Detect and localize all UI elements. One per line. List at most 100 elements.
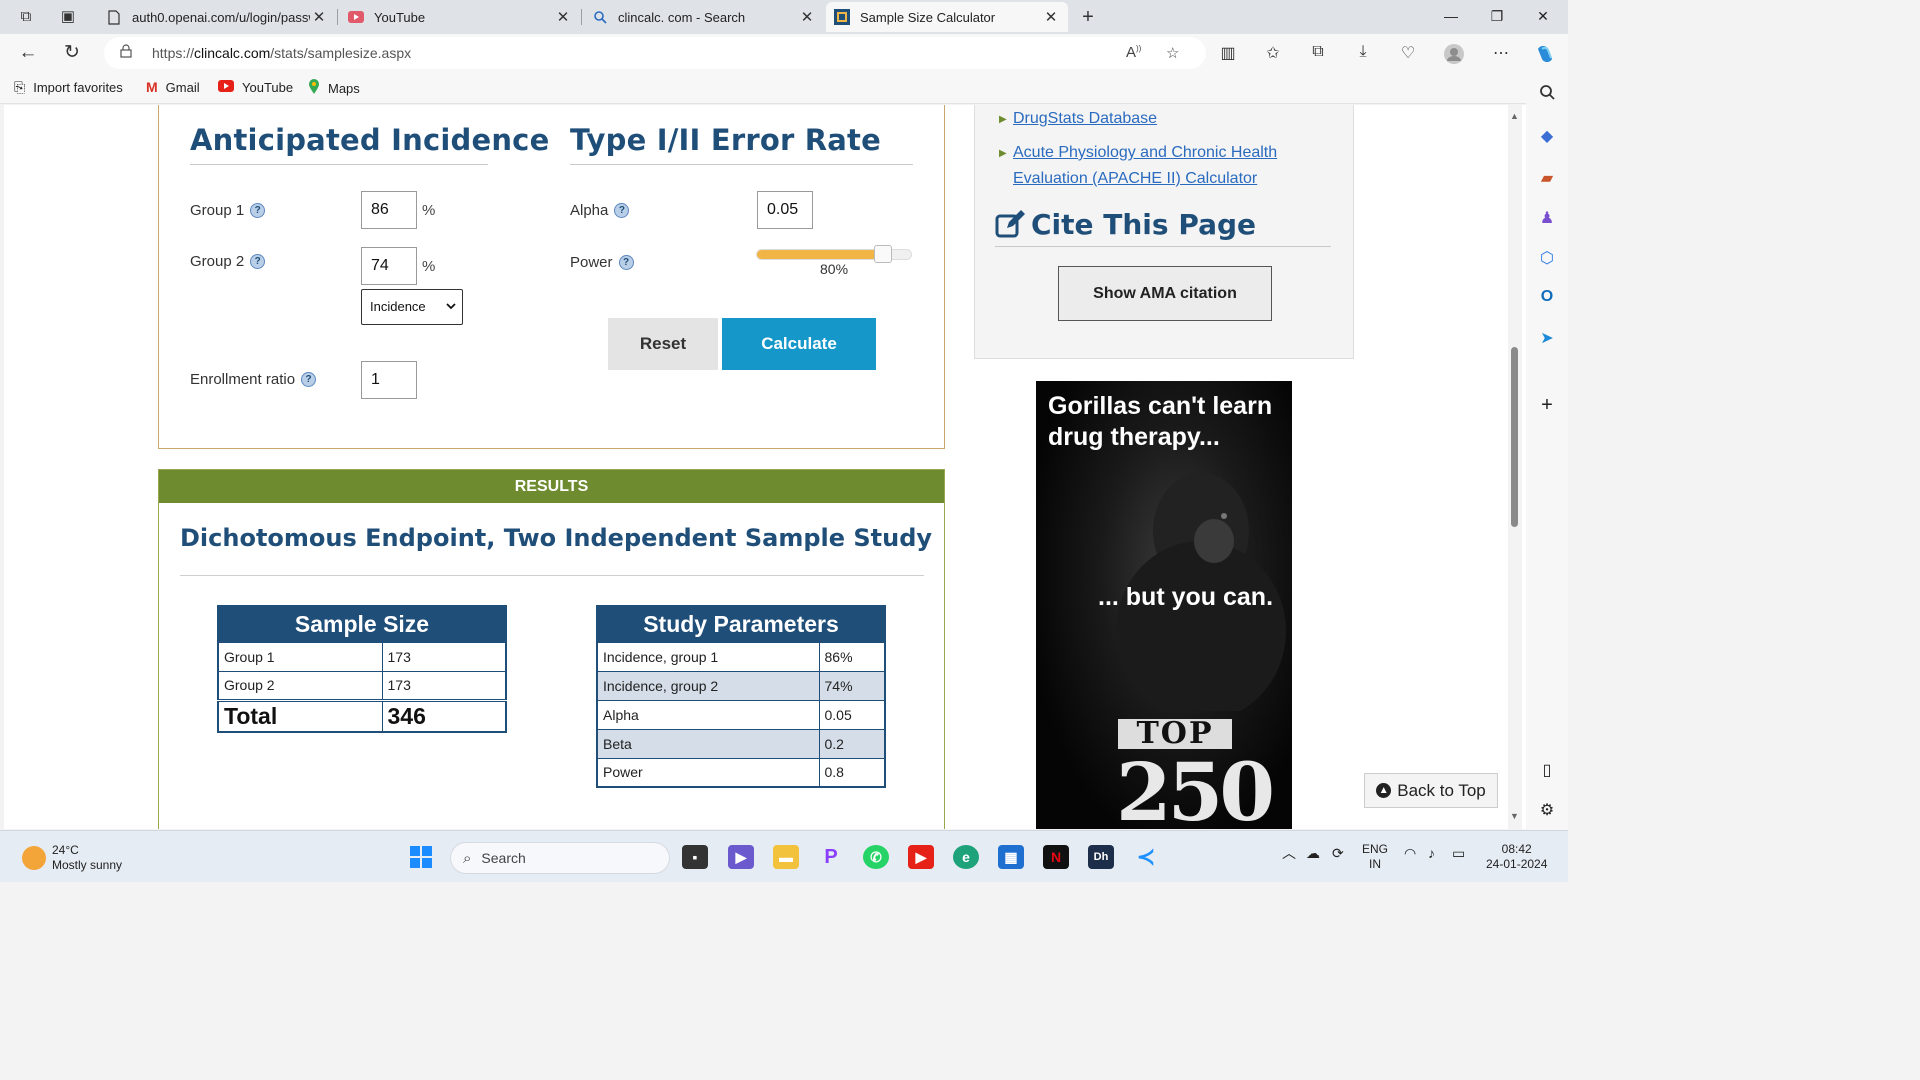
sync-icon[interactable]: ⟳ bbox=[1332, 846, 1344, 861]
chevron-up-icon[interactable]: ︿ bbox=[1282, 846, 1296, 861]
close-tab-icon[interactable]: ✕ bbox=[1042, 8, 1060, 26]
help-icon[interactable]: ? bbox=[250, 254, 266, 269]
show-ama-citation-button[interactable]: Show AMA citation bbox=[1058, 266, 1272, 321]
tab-divider bbox=[337, 9, 338, 25]
gmail-icon: M bbox=[146, 79, 158, 95]
settings-more-icon[interactable]: ⋯ bbox=[1489, 43, 1513, 63]
language-indicator[interactable]: ENG IN bbox=[1362, 842, 1388, 872]
help-icon[interactable]: ? bbox=[250, 203, 266, 218]
scrollbar-thumb[interactable] bbox=[1511, 347, 1518, 527]
add-icon[interactable]: + bbox=[1535, 394, 1559, 416]
hide-sidebar-icon[interactable]: ▯ bbox=[1535, 760, 1559, 780]
table-row: Group 1 173 bbox=[217, 641, 507, 672]
power-slider-handle[interactable] bbox=[874, 245, 893, 263]
close-tab-icon[interactable]: ✕ bbox=[798, 8, 816, 26]
total-value: 346 bbox=[381, 698, 507, 733]
dh-icon[interactable]: Dh bbox=[1088, 845, 1114, 869]
copilot-icon[interactable] bbox=[1533, 43, 1557, 70]
url-prefix: https:// bbox=[152, 45, 195, 61]
favorite-star-icon[interactable]: ☆ bbox=[1166, 44, 1179, 62]
refresh-icon[interactable]: ↻ bbox=[58, 40, 86, 66]
close-window-icon[interactable]: ✕ bbox=[1520, 0, 1566, 32]
group2-input[interactable]: 74 bbox=[361, 247, 417, 285]
power-slider[interactable] bbox=[756, 245, 912, 263]
profile-avatar[interactable] bbox=[1442, 43, 1466, 70]
table-cell: Group 2 bbox=[217, 670, 383, 701]
table-row: Power 0.8 bbox=[596, 757, 886, 788]
microsoft-365-icon[interactable]: ⬡ bbox=[1535, 248, 1559, 268]
favorite-maps[interactable]: Maps bbox=[308, 79, 360, 98]
read-aloud-icon[interactable]: A)) bbox=[1126, 44, 1141, 61]
reset-button[interactable]: Reset bbox=[608, 318, 718, 370]
store-icon[interactable]: ▦ bbox=[998, 845, 1024, 869]
scroll-up-icon[interactable]: ▲ bbox=[1510, 111, 1519, 121]
favorite-import[interactable]: ⎘ Import favorites bbox=[14, 79, 123, 96]
picsart-icon[interactable]: P bbox=[818, 845, 844, 869]
netflix-icon[interactable]: N bbox=[1043, 845, 1069, 869]
alpha-input[interactable]: 0.05 bbox=[757, 191, 813, 229]
whatsapp-icon[interactable]: ✆ bbox=[863, 845, 889, 869]
close-tab-icon[interactable]: ✕ bbox=[310, 8, 328, 26]
tab-auth0[interactable]: auth0.openai.com/u/login/passw ✕ bbox=[98, 2, 336, 32]
apache-link-line1[interactable]: Acute Physiology and Chronic Health bbox=[1013, 140, 1277, 166]
enrollment-ratio-input[interactable]: 1 bbox=[361, 361, 417, 399]
help-icon[interactable]: ? bbox=[614, 203, 630, 218]
tab-title: clincalc. com - Search bbox=[618, 9, 746, 25]
group1-input[interactable]: 86 bbox=[361, 191, 417, 229]
vertical-tabs-icon[interactable]: ▣ bbox=[56, 6, 80, 28]
incidence-type-select[interactable]: Incidence bbox=[361, 289, 463, 325]
file-explorer-icon[interactable]: ▬ bbox=[773, 845, 799, 869]
study-parameters-table: Study Parameters Incidence, group 1 86% … bbox=[596, 605, 886, 788]
arrow-up-icon: ▲ bbox=[1376, 783, 1392, 798]
restore-icon[interactable]: ❐ bbox=[1474, 0, 1520, 32]
shopping-tag-icon[interactable]: ◆ bbox=[1535, 126, 1559, 146]
help-icon[interactable]: ? bbox=[301, 372, 317, 387]
apache-link-line2[interactable]: Evaluation (APACHE II) Calculator bbox=[1013, 166, 1257, 192]
favorites-icon[interactable]: ✩ bbox=[1261, 43, 1285, 63]
lang-text: ENG bbox=[1362, 842, 1389, 856]
start-icon[interactable] bbox=[408, 845, 434, 869]
search-icon bbox=[592, 9, 608, 25]
group2-percent: % bbox=[422, 258, 436, 275]
address-bar[interactable]: https://clincalc.com/stats/samplesize.as… bbox=[104, 37, 1206, 69]
workspaces-icon[interactable]: ⧉ bbox=[14, 6, 38, 28]
send-icon[interactable]: ➤ bbox=[1535, 328, 1559, 348]
tab-search[interactable]: clincalc. com - Search ✕ bbox=[584, 2, 824, 32]
youtube-icon[interactable]: ▶ bbox=[908, 845, 934, 869]
games-icon[interactable]: ♟ bbox=[1535, 208, 1559, 228]
drugstats-link[interactable]: DrugStats Database bbox=[1013, 106, 1157, 132]
back-icon[interactable]: ← bbox=[14, 40, 42, 66]
favorite-youtube[interactable]: YouTube bbox=[218, 79, 293, 95]
browser-essentials-icon[interactable]: ♡ bbox=[1396, 43, 1420, 63]
edge-icon[interactable]: e bbox=[953, 845, 979, 869]
task-view-icon[interactable]: ▪ bbox=[682, 845, 708, 869]
close-tab-icon[interactable]: ✕ bbox=[554, 8, 572, 26]
search-icon[interactable] bbox=[1535, 84, 1559, 104]
collections-icon[interactable]: ⧉ bbox=[1306, 43, 1330, 61]
favorite-gmail[interactable]: M Gmail bbox=[146, 79, 200, 95]
tools-icon[interactable]: ▰ bbox=[1535, 168, 1559, 188]
battery-icon[interactable]: ▭ bbox=[1452, 846, 1465, 861]
scroll-down-icon[interactable]: ▼ bbox=[1510, 811, 1519, 821]
outlook-icon[interactable]: O bbox=[1535, 288, 1559, 308]
clock[interactable]: 08:42 24-01-2024 bbox=[1486, 842, 1547, 872]
meet-icon[interactable]: ▶ bbox=[728, 845, 754, 869]
taskbar-search[interactable]: ⌕ Search bbox=[450, 842, 670, 874]
help-icon[interactable]: ? bbox=[618, 255, 634, 270]
gear-icon[interactable]: ⚙ bbox=[1535, 800, 1559, 820]
volume-icon[interactable]: ♪ bbox=[1428, 846, 1435, 861]
calculate-button[interactable]: Calculate bbox=[722, 318, 876, 370]
vscode-icon[interactable]: ≺ bbox=[1133, 845, 1159, 869]
downloads-icon[interactable]: ⤓ bbox=[1351, 43, 1375, 61]
onedrive-icon[interactable]: ☁ bbox=[1306, 846, 1320, 861]
wifi-icon[interactable]: ◠ bbox=[1404, 846, 1416, 861]
back-to-top-button[interactable]: ▲ Back to Top bbox=[1364, 773, 1498, 808]
weather-widget[interactable]: 24°C Mostly sunny bbox=[22, 843, 122, 873]
split-screen-icon[interactable]: ▥ bbox=[1216, 43, 1240, 63]
page-scrollbar[interactable]: ▲ ▼ bbox=[1508, 105, 1522, 829]
tab-sample-size-calculator[interactable]: Sample Size Calculator ✕ bbox=[826, 2, 1068, 32]
new-tab-icon[interactable]: + bbox=[1076, 6, 1100, 28]
tab-youtube[interactable]: YouTube ✕ bbox=[340, 2, 580, 32]
advertisement-banner[interactable]: Gorillas can't learn drug therapy... ...… bbox=[1036, 381, 1292, 829]
minimize-icon[interactable]: — bbox=[1428, 0, 1474, 32]
